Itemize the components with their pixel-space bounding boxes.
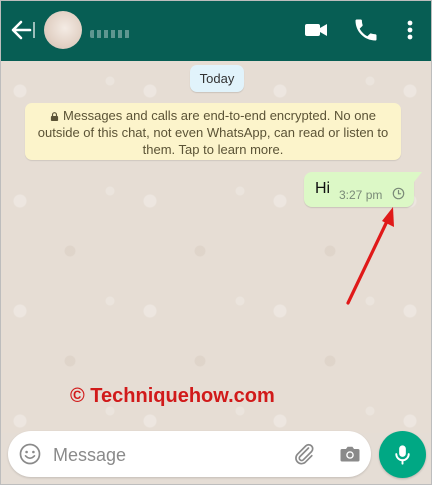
annotation-arrow bbox=[346, 207, 394, 305]
video-call-icon[interactable] bbox=[302, 16, 330, 44]
date-chip: Today bbox=[190, 65, 244, 92]
mic-button[interactable] bbox=[379, 431, 426, 478]
more-options-icon[interactable] bbox=[396, 16, 424, 44]
mic-icon bbox=[395, 445, 410, 465]
clock-icon bbox=[392, 187, 405, 200]
message-input-bar bbox=[8, 431, 371, 477]
camera-icon[interactable] bbox=[338, 442, 362, 466]
voice-call-icon[interactable] bbox=[352, 16, 380, 44]
back-arrow-icon[interactable] bbox=[8, 16, 38, 44]
encryption-notice-text: Messages and calls are end-to-end encryp… bbox=[37, 108, 389, 157]
message-bubble[interactable]: Hi 3:27 pm bbox=[304, 172, 422, 207]
emoji-icon[interactable] bbox=[19, 443, 41, 465]
chat-header bbox=[0, 0, 432, 61]
attach-icon[interactable] bbox=[292, 442, 316, 466]
contact-name[interactable] bbox=[90, 30, 130, 38]
message-time: 3:27 pm bbox=[339, 188, 383, 202]
message-input[interactable] bbox=[51, 440, 285, 470]
avatar[interactable] bbox=[44, 11, 82, 49]
bubble-tail bbox=[414, 172, 422, 182]
chat-area[interactable]: Today Messages and calls are end-to-end … bbox=[0, 61, 432, 433]
message-text: Hi bbox=[315, 180, 331, 197]
watermark: © Techniquehow.com bbox=[70, 385, 275, 407]
encryption-notice[interactable]: Messages and calls are end-to-end encryp… bbox=[25, 103, 401, 160]
lock-icon bbox=[50, 108, 59, 121]
